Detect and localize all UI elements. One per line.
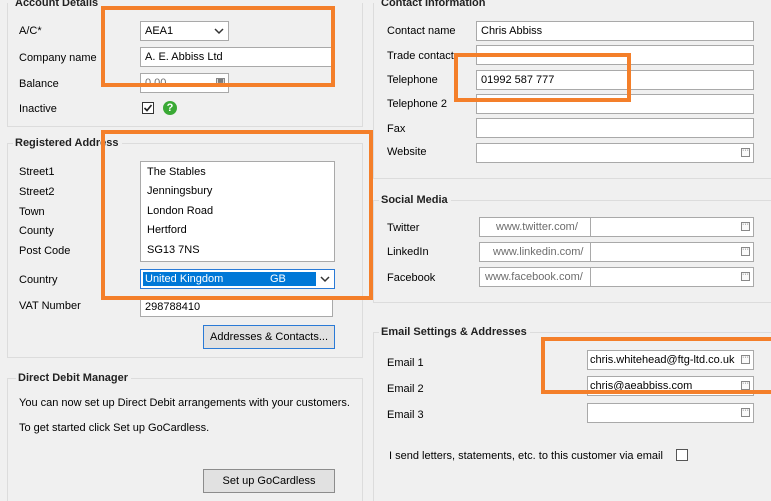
inactive-label: Inactive [19, 103, 57, 115]
fax-label: Fax [387, 123, 406, 135]
twitter-placeholder: www.twitter.com/ [496, 221, 578, 233]
setup-gocardless-button[interactable]: Set up GoCardless [203, 469, 335, 493]
contact-name-label: Contact name [387, 25, 456, 37]
check-icon [143, 104, 153, 112]
ellipsis-icon[interactable]: ··· [741, 222, 750, 231]
facebook-input[interactable]: www.facebook.com/ ··· [479, 267, 754, 287]
highlight-box-telephone [454, 53, 631, 102]
ellipsis-icon[interactable]: ··· [741, 247, 750, 256]
country-label: Country [19, 274, 58, 286]
email3-label: Email 3 [387, 409, 424, 421]
inactive-checkbox[interactable] [142, 102, 154, 114]
contact-name-input[interactable]: Chris Abbiss [476, 21, 754, 41]
vat-input[interactable]: 298788410 [140, 297, 333, 317]
linkedin-input[interactable]: www.linkedin.com/ ··· [479, 242, 754, 262]
direct-debit-title: Direct Debit Manager [16, 372, 132, 384]
ellipsis-icon[interactable]: ··· [741, 148, 750, 157]
contact-info-title: Contact Information [379, 0, 489, 9]
addresses-contacts-button[interactable]: Addresses & Contacts... [203, 325, 335, 349]
twitter-label: Twitter [387, 222, 420, 234]
postcode-label: Post Code [19, 245, 71, 257]
email-settings-title: Email Settings & Addresses [379, 326, 530, 338]
send-via-email-checkbox[interactable] [676, 449, 688, 461]
direct-debit-line2: To get started click Set up GoCardless. [19, 422, 210, 434]
send-via-email-label: I send letters, statements, etc. to this… [389, 450, 663, 462]
telephone2-label: Telephone 2 [387, 98, 447, 110]
twitter-input[interactable]: www.twitter.com/ ··· [479, 217, 754, 237]
fax-input[interactable] [476, 118, 754, 138]
contact-name-value: Chris Abbiss [481, 25, 543, 37]
street2-label: Street2 [19, 186, 55, 198]
help-icon[interactable]: ? [163, 101, 177, 115]
linkedin-label: LinkedIn [387, 246, 429, 258]
email3-input[interactable]: ··· [587, 403, 754, 423]
account-details-title: Account Details [13, 0, 102, 9]
help-glyph: ? [166, 102, 174, 114]
county-label: County [19, 225, 54, 237]
ac-label: A/C* [19, 25, 42, 37]
highlight-box-email [541, 337, 771, 394]
highlight-box-address [101, 130, 373, 300]
website-label: Website [387, 146, 427, 158]
facebook-placeholder: www.facebook.com/ [485, 271, 583, 283]
trade-contact-label: Trade contact [387, 50, 454, 62]
social-media-title: Social Media [379, 194, 451, 206]
vat-label: VAT Number [19, 300, 81, 312]
balance-label: Balance [19, 78, 59, 90]
town-label: Town [19, 206, 45, 218]
email2-label: Email 2 [387, 383, 424, 395]
street1-label: Street1 [19, 166, 55, 178]
ellipsis-icon[interactable]: ··· [741, 408, 750, 417]
ellipsis-icon[interactable]: ··· [741, 272, 750, 281]
direct-debit-line1: You can now set up Direct Debit arrangem… [19, 397, 350, 409]
website-input[interactable]: ··· [476, 143, 754, 163]
highlight-box-account [101, 6, 335, 87]
linkedin-placeholder: www.linkedin.com/ [493, 246, 584, 258]
facebook-label: Facebook [387, 272, 436, 284]
vat-value: 298788410 [145, 301, 201, 313]
email1-label: Email 1 [387, 357, 424, 369]
telephone-label: Telephone [387, 74, 438, 86]
company-name-label: Company name [19, 52, 97, 64]
